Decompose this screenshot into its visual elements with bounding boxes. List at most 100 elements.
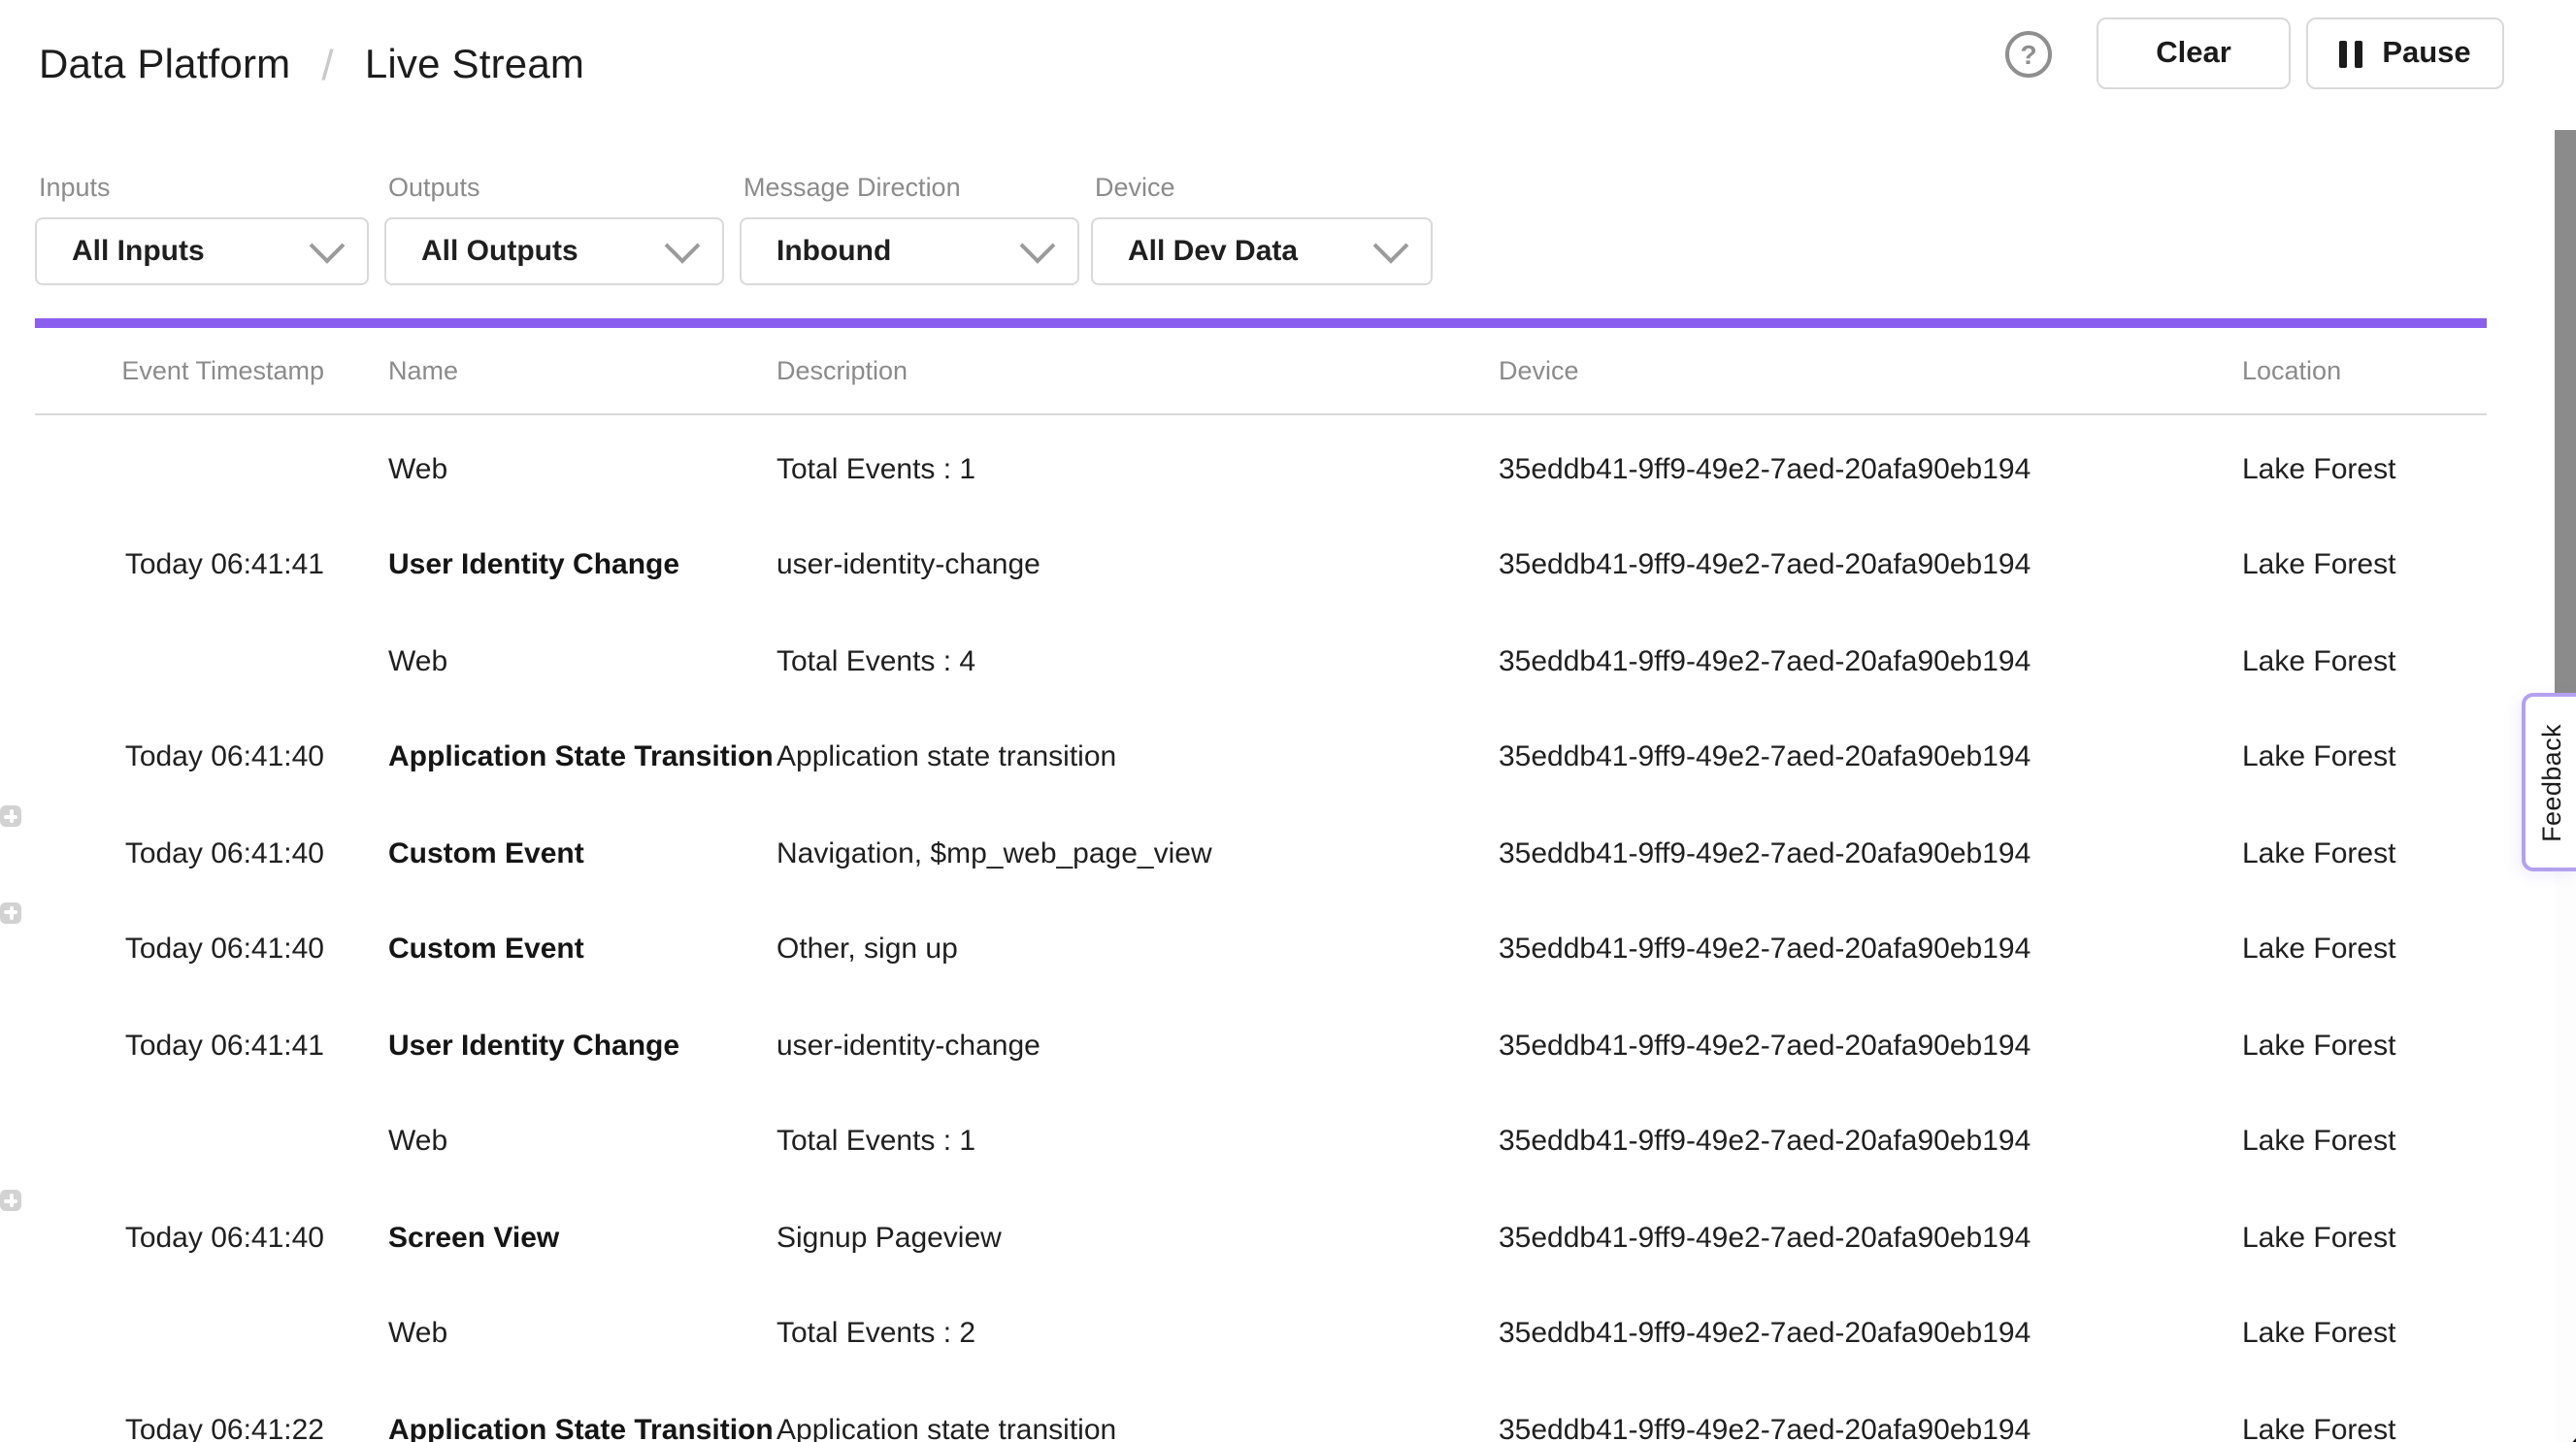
column-header-event-timestamp: Event Timestamp xyxy=(116,356,324,385)
cell-name: Application State Transition xyxy=(388,741,757,774)
device-select-value: All Dev Data xyxy=(1128,235,1298,268)
cell-description: user-identity-change xyxy=(776,1030,1479,1063)
cell-description: Other, sign up xyxy=(776,934,1479,967)
table-row[interactable]: Web Total Events : 4 35eddb41-9ff9-49e2-… xyxy=(0,613,2576,709)
cell-location: Lake Forest xyxy=(2242,741,2514,774)
cell-name: Web xyxy=(388,645,757,678)
filter-message-direction: Message Direction Inbound xyxy=(740,130,1079,318)
pause-icon xyxy=(2339,40,2362,67)
cell-name: Web xyxy=(388,453,757,486)
table-row[interactable]: Today 06:41:40 Application State Transit… xyxy=(0,709,2576,805)
cell-device: 35eddb41-9ff9-49e2-7aed-20afa90eb194 xyxy=(1499,837,2227,870)
help-button[interactable]: ? xyxy=(2005,31,2052,78)
cell-event-timestamp: Today 06:41:40 xyxy=(116,934,324,967)
cell-description: Total Events : 1 xyxy=(776,1126,1479,1159)
table-row[interactable]: Today 06:41:40 Custom Event Navigation, … xyxy=(0,805,2576,901)
cell-name: Application State Transition xyxy=(388,1414,757,1442)
table-row[interactable]: Today 06:41:41 User Identity Change user… xyxy=(0,517,2576,613)
column-header-name: Name xyxy=(388,356,458,385)
cell-device: 35eddb41-9ff9-49e2-7aed-20afa90eb194 xyxy=(1499,1126,2227,1159)
outputs-filter-label: Outputs xyxy=(388,173,480,202)
cell-location: Lake Forest xyxy=(2242,645,2514,678)
cell-name: Web xyxy=(388,1318,757,1351)
cell-description: Signup Pageview xyxy=(776,1222,1479,1255)
cell-event-timestamp: Today 06:41:41 xyxy=(116,549,324,582)
table-row[interactable]: Web Total Events : 2 35eddb41-9ff9-49e2-… xyxy=(0,1286,2576,1382)
table-row[interactable]: Web Total Events : 1 35eddb41-9ff9-49e2-… xyxy=(0,1094,2576,1190)
table-header-divider xyxy=(35,413,2487,415)
cell-description: Total Events : 2 xyxy=(776,1318,1479,1351)
device-select[interactable]: All Dev Data xyxy=(1091,217,1433,285)
cell-description: Application state transition xyxy=(776,1414,1479,1442)
breadcrumb-separator: / xyxy=(321,40,333,90)
table-row[interactable]: Today 06:41:40 Custom Event Other, sign … xyxy=(0,901,2576,998)
outputs-select[interactable]: All Outputs xyxy=(384,217,724,285)
cell-location: Lake Forest xyxy=(2242,837,2514,870)
message-direction-select[interactable]: Inbound xyxy=(740,217,1079,285)
cell-name: User Identity Change xyxy=(388,549,757,582)
outputs-select-value: All Outputs xyxy=(421,235,578,268)
cell-event-timestamp: Today 06:41:22 xyxy=(116,1414,324,1442)
chevron-down-icon xyxy=(1020,228,1056,264)
live-stream-page: Data Platform / Live Stream ? Clear Paus… xyxy=(0,0,2576,1442)
event-table-body: Web Total Events : 1 35eddb41-9ff9-49e2-… xyxy=(0,421,2576,1442)
table-row[interactable]: Today 06:41:22 Application State Transit… xyxy=(0,1382,2576,1442)
cell-name: User Identity Change xyxy=(388,1030,757,1063)
table-header: Event Timestamp Name Description Device … xyxy=(0,328,2576,413)
inputs-filter-label: Inputs xyxy=(39,173,111,202)
feedback-tab-label: Feedback xyxy=(2537,723,2566,841)
filter-outputs: Outputs All Outputs xyxy=(384,130,724,318)
cell-location: Lake Forest xyxy=(2242,1318,2514,1351)
scrollbar-thumb[interactable] xyxy=(2555,130,2576,693)
pause-button[interactable]: Pause xyxy=(2306,17,2504,89)
cell-event-timestamp: Today 06:41:41 xyxy=(116,1030,324,1063)
breadcrumb-data-platform[interactable]: Data Platform xyxy=(39,42,290,88)
column-header-location: Location xyxy=(2242,356,2341,385)
cell-location: Lake Forest xyxy=(2242,1126,2514,1159)
expand-plus-icon[interactable] xyxy=(0,805,21,827)
cell-device: 35eddb41-9ff9-49e2-7aed-20afa90eb194 xyxy=(1499,1222,2227,1255)
breadcrumb: Data Platform / Live Stream xyxy=(39,0,584,130)
page-header: Data Platform / Live Stream ? Clear Paus… xyxy=(0,0,2576,132)
cell-location: Lake Forest xyxy=(2242,1414,2514,1442)
chevron-down-icon xyxy=(665,228,701,264)
filter-bar: Inputs All Inputs Outputs All Outputs Me… xyxy=(0,130,2576,318)
cell-device: 35eddb41-9ff9-49e2-7aed-20afa90eb194 xyxy=(1499,453,2227,486)
cell-location: Lake Forest xyxy=(2242,934,2514,967)
cell-event-timestamp: Today 06:41:40 xyxy=(116,837,324,870)
table-row[interactable]: Today 06:41:41 User Identity Change user… xyxy=(0,998,2576,1094)
clear-button-label: Clear xyxy=(2156,36,2231,71)
expand-plus-icon[interactable] xyxy=(0,901,21,923)
cell-device: 35eddb41-9ff9-49e2-7aed-20afa90eb194 xyxy=(1499,549,2227,582)
cell-location: Lake Forest xyxy=(2242,1222,2514,1255)
cell-event-timestamp: Today 06:41:40 xyxy=(116,741,324,774)
cell-device: 35eddb41-9ff9-49e2-7aed-20afa90eb194 xyxy=(1499,1318,2227,1351)
feedback-tab[interactable]: Feedback xyxy=(2522,693,2576,871)
accent-divider-bar xyxy=(35,318,2487,328)
cell-location: Lake Forest xyxy=(2242,1030,2514,1063)
cell-device: 35eddb41-9ff9-49e2-7aed-20afa90eb194 xyxy=(1499,645,2227,678)
inputs-select[interactable]: All Inputs xyxy=(35,217,369,285)
table-row[interactable]: Web Total Events : 1 35eddb41-9ff9-49e2-… xyxy=(0,421,2576,517)
clear-button[interactable]: Clear xyxy=(2097,17,2291,89)
cell-description: Total Events : 1 xyxy=(776,453,1479,486)
table-row[interactable]: Today 06:41:40 Screen View Signup Pagevi… xyxy=(0,1190,2576,1286)
cell-name: Custom Event xyxy=(388,837,757,870)
chevron-down-icon xyxy=(1373,228,1409,264)
column-header-description: Description xyxy=(776,356,908,385)
expand-plus-icon[interactable] xyxy=(0,1190,21,1211)
cell-name: Web xyxy=(388,1126,757,1159)
device-filter-label: Device xyxy=(1095,173,1175,202)
inputs-select-value: All Inputs xyxy=(72,235,205,268)
message-direction-select-value: Inbound xyxy=(776,235,891,268)
cell-description: Application state transition xyxy=(776,741,1479,774)
cell-event-timestamp: Today 06:41:40 xyxy=(116,1222,324,1255)
cell-description: Total Events : 4 xyxy=(776,645,1479,678)
message-direction-filter-label: Message Direction xyxy=(743,173,961,202)
cell-device: 35eddb41-9ff9-49e2-7aed-20afa90eb194 xyxy=(1499,934,2227,967)
page-title: Live Stream xyxy=(365,42,584,88)
cell-name: Screen View xyxy=(388,1222,757,1255)
filter-inputs: Inputs All Inputs xyxy=(35,130,369,318)
question-mark-icon: ? xyxy=(2020,39,2036,70)
cell-description: user-identity-change xyxy=(776,549,1479,582)
